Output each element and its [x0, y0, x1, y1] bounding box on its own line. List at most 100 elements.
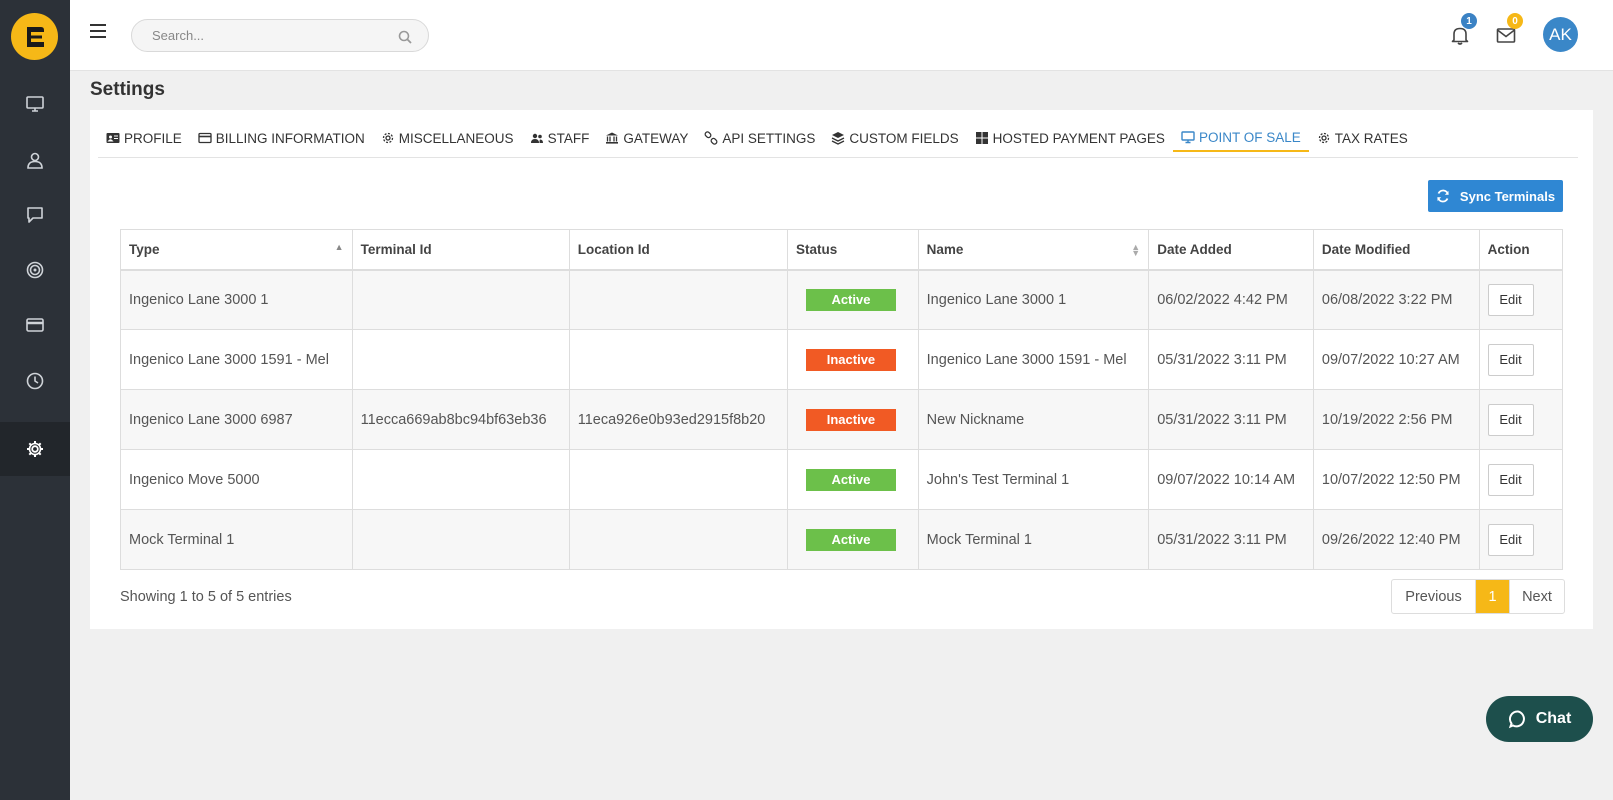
cell-terminal-id	[351, 329, 570, 390]
edit-button[interactable]: Edit	[1487, 403, 1534, 436]
column-header-action: Action	[1478, 229, 1564, 271]
edit-button[interactable]: Edit	[1487, 343, 1534, 376]
column-header-name[interactable]: Name ▲ ▼	[917, 229, 1150, 271]
cell-name: Ingenico Lane 3000 1591 - Mel	[917, 329, 1150, 390]
column-header-label: Type	[129, 241, 160, 257]
notifications-badge: 1	[1461, 13, 1477, 29]
sort-both-icon: ▲ ▼	[1131, 242, 1141, 258]
table-row: Mock Terminal 1 Active Mock Terminal 1 0…	[120, 509, 1564, 570]
chat-icon	[27, 207, 43, 223]
cell-location-id	[568, 329, 788, 390]
sidebar-item-customers[interactable]	[0, 133, 70, 187]
cell-type: Mock Terminal 1	[120, 509, 353, 570]
cell-action: Edit	[1478, 389, 1564, 450]
column-header-status[interactable]: Status	[786, 229, 919, 271]
clock-icon	[26, 372, 44, 390]
sync-terminals-button[interactable]: Sync Terminals	[1428, 180, 1563, 212]
page-1-button[interactable]: 1	[1476, 580, 1509, 613]
user-icon	[27, 152, 43, 169]
previous-page-button[interactable]: Previous	[1392, 580, 1476, 613]
tab-label: BILLING INFORMATION	[215, 130, 365, 146]
tab-tax-rates[interactable]: TAX RATES	[1309, 124, 1416, 152]
monitor-icon	[26, 96, 44, 112]
table-row: Ingenico Move 5000 Active John's Test Te…	[120, 449, 1564, 510]
settings-card: PROFILE BILLING INFORMATION MISCELLANEOU…	[90, 110, 1593, 629]
column-header-type[interactable]: Type ▲	[120, 229, 353, 271]
search-icon[interactable]	[398, 30, 412, 44]
sidebar-item-messages[interactable]	[0, 188, 70, 242]
edit-button[interactable]: Edit	[1487, 463, 1534, 496]
tab-profile[interactable]: PROFILE	[98, 124, 190, 152]
cell-date-added: 09/07/2022 10:14 AM	[1148, 449, 1314, 510]
cell-terminal-id	[351, 509, 570, 570]
edit-button[interactable]: Edit	[1487, 523, 1534, 556]
chat-bubble-icon	[1508, 710, 1525, 729]
column-header-terminal-id[interactable]: Terminal Id	[351, 229, 570, 271]
cell-location-id	[568, 269, 788, 330]
sidebar	[0, 0, 70, 800]
sidebar-item-settings[interactable]	[0, 422, 70, 476]
users-icon	[530, 133, 543, 143]
link-icon	[704, 131, 718, 145]
cell-status: Active	[786, 269, 919, 330]
monitor-icon	[1181, 131, 1195, 144]
sidebar-item-goals[interactable]	[0, 243, 70, 297]
id-card-icon	[106, 133, 120, 143]
edit-button[interactable]: Edit	[1487, 283, 1534, 316]
column-header-label: Terminal Id	[360, 241, 432, 257]
avatar[interactable]: AK	[1543, 17, 1578, 52]
target-icon	[26, 261, 44, 279]
menu-toggle-icon[interactable]	[90, 24, 106, 38]
tab-staff[interactable]: STAFF	[522, 124, 598, 152]
card-icon	[198, 132, 212, 144]
cell-name: Ingenico Lane 3000 1	[917, 269, 1150, 330]
cell-action: Edit	[1478, 329, 1564, 390]
status-badge: Inactive	[805, 408, 896, 431]
sidebar-item-payments[interactable]	[0, 298, 70, 352]
tab-billing-information[interactable]: BILLING INFORMATION	[190, 124, 373, 152]
brand-logo[interactable]	[11, 13, 58, 60]
column-header-label: Action	[1487, 241, 1530, 257]
cell-date-modified: 09/07/2022 10:27 AM	[1312, 329, 1480, 390]
tab-hosted-payment-pages[interactable]: HOSTED PAYMENT PAGES	[967, 124, 1173, 152]
tab-label: API SETTINGS	[722, 130, 816, 146]
tab-api-settings[interactable]: API SETTINGS	[696, 124, 823, 152]
settings-tabs: PROFILE BILLING INFORMATION MISCELLANEOU…	[98, 124, 1578, 158]
table-row: Ingenico Lane 3000 1591 - Mel Inactive I…	[120, 329, 1564, 390]
tab-custom-fields[interactable]: CUSTOM FIELDS	[823, 124, 966, 152]
sidebar-item-dashboard[interactable]	[0, 77, 70, 131]
tab-label: MISCELLANEOUS	[398, 130, 514, 146]
next-page-button[interactable]: Next	[1509, 580, 1564, 613]
tab-gateway[interactable]: GATEWAY	[597, 124, 696, 152]
tab-miscellaneous[interactable]: MISCELLANEOUS	[373, 124, 522, 152]
table-row: Ingenico Lane 3000 6987 11ecca669ab8bc94…	[120, 389, 1564, 450]
gear-icon	[1318, 132, 1329, 144]
top-header: 1 0 AK	[70, 0, 1613, 71]
cell-location-id: 11eca926e0b93ed2915f8b20	[568, 389, 788, 450]
tab-label: PROFILE	[124, 130, 182, 146]
cell-type: Ingenico Lane 3000 6987	[120, 389, 353, 450]
tab-point-of-sale[interactable]: POINT OF SALE	[1172, 124, 1309, 152]
tab-label: HOSTED PAYMENT PAGES	[992, 130, 1165, 146]
cell-name: Mock Terminal 1	[917, 509, 1150, 570]
cell-location-id	[568, 509, 788, 570]
column-header-label: Date Modified	[1321, 241, 1411, 257]
cell-date-added: 05/31/2022 3:11 PM	[1148, 389, 1314, 450]
column-header-location-id[interactable]: Location Id	[568, 229, 788, 271]
search-box	[131, 19, 429, 52]
cell-status: Inactive	[786, 389, 919, 450]
cell-terminal-id	[351, 449, 570, 510]
sidebar-item-history[interactable]	[0, 354, 70, 408]
table-header-row: Type ▲ Terminal Id Location Id Status Nam…	[120, 229, 1564, 271]
messages-button[interactable]: 0	[1491, 13, 1523, 50]
column-header-label: Location Id	[577, 241, 650, 257]
column-header-date-added[interactable]: Date Added	[1148, 229, 1314, 271]
search-input[interactable]	[152, 20, 392, 51]
column-header-date-modified[interactable]: Date Modified	[1312, 229, 1480, 271]
tab-label: GATEWAY	[623, 130, 689, 146]
notifications-button[interactable]: 1	[1445, 13, 1477, 50]
table-info: Showing 1 to 5 of 5 entries	[120, 589, 292, 605]
chat-button[interactable]: Chat	[1486, 696, 1593, 742]
chat-label: Chat	[1535, 710, 1572, 727]
tab-label: POINT OF SALE	[1198, 129, 1301, 145]
